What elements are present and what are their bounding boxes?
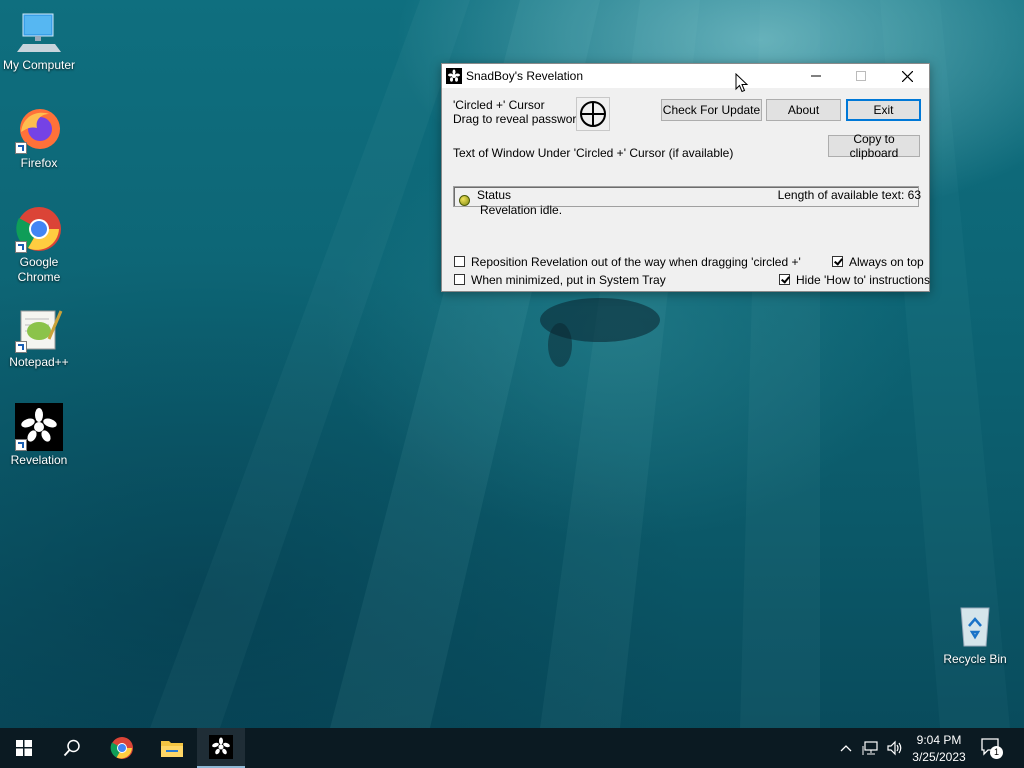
text-under-cursor-label: Text of Window Under 'Circled +' Cursor … — [453, 146, 734, 160]
windows-logo-icon — [16, 740, 32, 756]
text-length-label: Length of available text: 63 — [777, 188, 921, 202]
reposition-checkbox[interactable] — [454, 256, 465, 267]
title-bar[interactable]: SnadBoy's Revelation — [442, 64, 929, 88]
cursor-label: 'Circled +' Cursor — [453, 98, 545, 112]
minimize-button[interactable] — [794, 64, 838, 88]
clock-time: 9:04 PM — [916, 733, 962, 747]
desktop-icon-recycle-bin[interactable]: Recycle Bin — [937, 602, 1013, 667]
firefox-icon — [15, 106, 63, 154]
hide-howto-label[interactable]: Hide 'How to' instructions — [796, 273, 930, 287]
minimize-to-tray-checkbox[interactable] — [454, 274, 465, 285]
notepadpp-icon — [15, 305, 63, 353]
volume-button[interactable] — [886, 740, 904, 756]
shortcut-arrow-icon — [15, 241, 27, 253]
app-icon — [446, 68, 462, 84]
network-icon — [862, 741, 878, 755]
show-hidden-icons-button[interactable] — [838, 740, 854, 756]
speaker-icon — [887, 740, 902, 756]
shortcut-arrow-icon — [15, 142, 27, 154]
clock[interactable]: 9:04 PM 3/25/2023 — [908, 731, 970, 767]
taskbar: 9:04 PM 3/25/2023 1 — [0, 728, 1024, 768]
always-on-top-checkbox[interactable] — [832, 256, 843, 267]
status-indicator-icon — [459, 195, 470, 206]
desktop-icon-my-computer[interactable]: My Computer — [1, 8, 77, 73]
desktop-icon-label: Revelation — [10, 453, 68, 467]
desktop-icon-firefox[interactable]: Firefox — [1, 106, 77, 171]
network-button[interactable] — [862, 740, 880, 756]
shortcut-arrow-icon — [15, 341, 27, 353]
revelation-icon — [15, 403, 63, 451]
clock-date: 3/25/2023 — [912, 750, 966, 764]
start-button[interactable] — [0, 728, 48, 768]
hide-howto-checkbox[interactable] — [779, 274, 790, 285]
revelation-window[interactable]: SnadBoy's Revelation 'Circled +' Cursor … — [441, 63, 930, 292]
search-button[interactable] — [48, 728, 96, 768]
desktop-icon-label: Recycle Bin — [943, 652, 1007, 666]
window-client-area: 'Circled +' Cursor Drag to reveal passwo… — [442, 88, 930, 291]
desktop-icon-revelation[interactable]: Revelation — [1, 403, 77, 468]
search-icon — [63, 739, 80, 757]
desktop-icon-label: Notepad++ — [9, 355, 69, 369]
circled-plus-icon — [580, 101, 606, 127]
taskbar-file-explorer[interactable] — [148, 728, 196, 768]
action-center-button[interactable]: 1 — [980, 736, 1006, 760]
desktop-icon-notepadpp[interactable]: Notepad++ — [1, 305, 77, 370]
computer-icon — [15, 8, 63, 56]
desktop-icon-label: Firefox — [20, 156, 58, 170]
folder-icon — [161, 741, 183, 757]
minimize-to-tray-label[interactable]: When minimized, put in System Tray — [471, 273, 666, 287]
status-text: Revelation idle. — [480, 203, 563, 217]
close-button[interactable] — [885, 64, 929, 88]
check-for-update-button[interactable]: Check For Update — [661, 99, 762, 121]
circled-plus-cursor-target[interactable] — [576, 97, 610, 131]
drag-instruction: Drag to reveal password — [453, 112, 584, 126]
maximize-button[interactable] — [839, 64, 883, 88]
chevron-up-icon — [840, 745, 852, 752]
recycle-bin-icon — [951, 602, 999, 650]
revelation-icon — [209, 735, 233, 759]
desktop-icon-label: My Computer — [2, 58, 76, 72]
exit-button[interactable]: Exit — [846, 99, 921, 121]
notification-count-badge: 1 — [990, 746, 1003, 759]
status-label: Status — [477, 188, 512, 202]
shortcut-arrow-icon — [15, 439, 27, 451]
chrome-icon — [15, 205, 63, 253]
about-button[interactable]: About — [766, 99, 841, 121]
taskbar-chrome[interactable] — [98, 728, 146, 768]
window-title: SnadBoy's Revelation — [466, 69, 584, 83]
always-on-top-label[interactable]: Always on top — [849, 255, 924, 269]
desktop-icon-chrome[interactable]: Google Chrome — [1, 205, 77, 285]
taskbar-revelation[interactable] — [197, 728, 245, 768]
mouse-pointer-icon — [735, 73, 749, 93]
reposition-label[interactable]: Reposition Revelation out of the way whe… — [471, 255, 801, 269]
chrome-icon — [110, 737, 133, 759]
desktop-icon-label: Google Chrome — [17, 255, 61, 284]
copy-to-clipboard-button[interactable]: Copy to clipboard — [828, 132, 920, 160]
